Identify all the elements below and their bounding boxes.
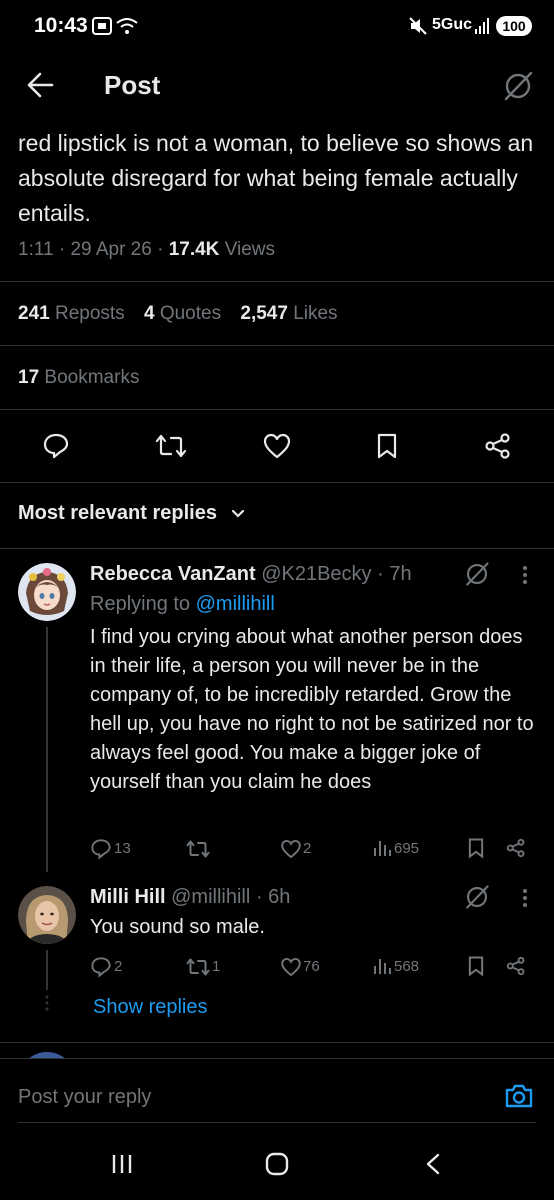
share-icon[interactable]: [506, 837, 526, 859]
reposts-stat[interactable]: 241 Reposts: [18, 303, 125, 324]
post-stats: 241 Reposts 4 Quotes 2,547 Likes: [18, 303, 338, 325]
chevron-down-icon: [231, 509, 244, 518]
like-count: 76: [303, 958, 320, 975]
repost-count: 1: [212, 958, 221, 975]
repost-icon[interactable]: [155, 432, 187, 460]
post-text: red lipstick is not a woman, to believe …: [18, 130, 534, 226]
like-icon[interactable]: [280, 956, 302, 978]
post-views-count: 17.4K: [168, 239, 220, 260]
sort-label: Most relevant replies: [18, 502, 217, 524]
camera-icon[interactable]: [504, 1083, 534, 1109]
share-icon[interactable]: [484, 432, 512, 460]
like-icon[interactable]: [280, 838, 302, 860]
post-date: 29 Apr 26: [70, 239, 152, 260]
author-name[interactable]: Milli Hill: [90, 886, 166, 908]
reply-text: I find you crying about what another per…: [90, 626, 534, 793]
replying-to: Replying to @millihill: [90, 593, 275, 615]
bookmark-icon[interactable]: [374, 432, 400, 460]
like-count: 2: [303, 840, 312, 857]
divider: [0, 1058, 554, 1059]
back-icon[interactable]: [424, 1152, 442, 1176]
divider: [0, 409, 554, 410]
input-underline: [18, 1122, 536, 1123]
avatar[interactable]: [18, 563, 76, 621]
bookmark-icon[interactable]: [466, 837, 486, 859]
reply-text: You sound so male.: [90, 916, 265, 938]
more-options-icon[interactable]: [520, 887, 530, 909]
view-count: 568: [394, 958, 420, 975]
repost-icon[interactable]: [186, 838, 210, 860]
page-title: Post: [104, 70, 161, 100]
repost-icon[interactable]: [186, 956, 210, 978]
post-time: 1:11: [18, 239, 54, 260]
divider: [0, 482, 554, 483]
share-icon[interactable]: [506, 955, 526, 977]
post-meta: 1:11 · 29 Apr 26 · 17.4K Views: [18, 239, 276, 260]
compose-bar: [0, 1058, 554, 1136]
grok-icon[interactable]: [464, 884, 490, 910]
reply-icon[interactable]: [42, 432, 70, 460]
reply-header: Milli Hill @millihill · 6h: [90, 886, 291, 908]
divider: [0, 1042, 554, 1043]
quotes-stat[interactable]: 4 Quotes: [144, 303, 221, 324]
like-icon[interactable]: [262, 432, 292, 460]
mute-icon: [409, 17, 427, 35]
post-views-label: Views: [224, 239, 276, 260]
grok-icon[interactable]: [464, 561, 490, 587]
divider: [0, 548, 554, 549]
likes-stat[interactable]: 2,547 Likes: [240, 303, 337, 324]
author-name[interactable]: Rebecca VanZant: [90, 563, 256, 585]
back-arrow-icon[interactable]: [26, 72, 54, 98]
wifi-icon: [116, 18, 138, 34]
author-handle[interactable]: @K21Becky: [261, 563, 371, 585]
status-bar: 10:43 5Guc 100: [0, 0, 554, 56]
reply-icon[interactable]: [90, 838, 112, 860]
show-replies-link[interactable]: Show replies: [93, 996, 208, 1019]
status-time: 10:43: [34, 14, 88, 37]
screen-record-icon: [92, 17, 112, 35]
reply-header: Rebecca VanZant @K21Becky · 7h: [90, 563, 412, 585]
replying-to-handle[interactable]: @millihill: [196, 593, 275, 615]
reply-input[interactable]: [16, 1082, 460, 1112]
battery-indicator: 100: [496, 16, 532, 36]
more-options-icon[interactable]: [520, 564, 530, 586]
grok-icon[interactable]: [502, 70, 534, 102]
bookmarks-stat[interactable]: 17 Bookmarks: [18, 367, 139, 389]
divider: [0, 281, 554, 282]
signal-icon: [475, 18, 489, 34]
reply-age: 7h: [389, 563, 412, 585]
network-label: 5Guc: [432, 16, 473, 33]
avatar[interactable]: [18, 886, 76, 944]
more-thread-dots-icon: [45, 995, 49, 1011]
author-handle[interactable]: @millihill: [171, 886, 250, 908]
replies-sort-dropdown[interactable]: Most relevant replies: [18, 502, 245, 525]
thread-line: [46, 627, 48, 872]
view-count: 695: [394, 840, 420, 857]
thread-line: [46, 950, 48, 990]
reply-count: 2: [114, 958, 123, 975]
reply-icon[interactable]: [90, 956, 112, 978]
views-icon[interactable]: [372, 956, 392, 976]
divider: [0, 345, 554, 346]
bookmark-icon[interactable]: [466, 955, 486, 977]
reply-age: 6h: [268, 886, 291, 908]
recent-apps-icon[interactable]: [110, 1152, 134, 1176]
reply-count: 13: [114, 840, 131, 857]
home-icon[interactable]: [264, 1151, 290, 1177]
views-icon[interactable]: [372, 838, 392, 858]
